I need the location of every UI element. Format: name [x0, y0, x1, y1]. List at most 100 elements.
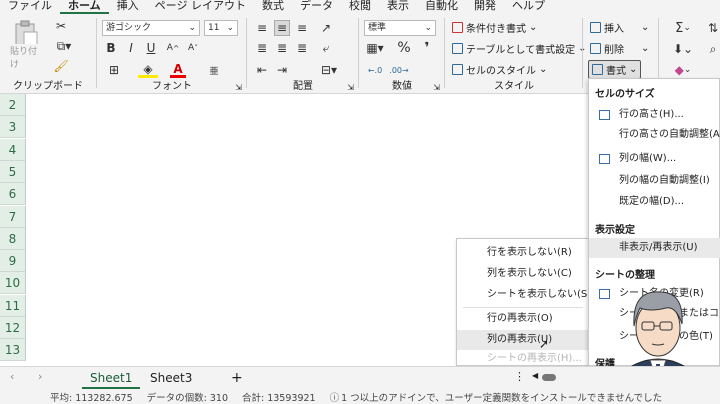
styles-group-label: スタイル	[494, 81, 534, 92]
find-button[interactable]: ⌕	[706, 41, 720, 57]
phonetic-button[interactable]: 亜	[206, 62, 222, 78]
tab-insert[interactable]: 挿入	[109, 0, 147, 14]
group-divider	[358, 18, 359, 88]
row-header[interactable]: 6	[0, 183, 26, 206]
align-right-button[interactable]: ≣	[294, 40, 310, 56]
next-sheet-icon[interactable]: ›	[38, 370, 42, 383]
scroll-left-icon[interactable]: ◀	[532, 371, 538, 380]
font-color-button[interactable]: A	[170, 62, 186, 78]
cell-styles-button[interactable]: セルのスタイル ⌄	[452, 62, 547, 77]
format-painter-button[interactable]: 🖌	[52, 58, 70, 74]
decrease-decimal-button[interactable]: .00→	[389, 62, 408, 78]
horizontal-scrollbar-thumb[interactable]	[542, 374, 556, 381]
align-bottom-button[interactable]: ≡	[294, 20, 310, 36]
menu-default-width[interactable]: 既定の幅(D)...	[589, 192, 720, 212]
wrap-text-button[interactable]: ⤶	[318, 40, 334, 56]
menu-unhide-columns[interactable]: 列の再表示(U)	[457, 330, 589, 350]
currency-button[interactable]: ▦▾	[364, 40, 386, 56]
tab-data[interactable]: データ	[292, 0, 341, 14]
tab-automate[interactable]: 自動化	[417, 0, 466, 14]
insert-cells-button[interactable]: 挿入 ⌄	[590, 20, 649, 35]
format-as-table-button[interactable]: テーブルとして書式設定⌄	[452, 41, 587, 56]
dialog-launcher-icon[interactable]: ⇲	[235, 83, 242, 92]
chevron-down-icon: ⌄	[629, 64, 638, 75]
row-header[interactable]: 3	[0, 116, 26, 139]
row-header[interactable]: 9	[0, 250, 26, 273]
menu-autofit-row[interactable]: 行の高さの自動調整(A)	[589, 125, 720, 145]
autosum-button[interactable]: Σ ⌄	[668, 20, 698, 36]
menu-row-height[interactable]: 行の高さ(H)...	[589, 105, 720, 125]
delete-cells-button[interactable]: 削除 ⌄	[590, 41, 649, 56]
menu-hide-columns[interactable]: 列を表示しない(C)	[457, 264, 589, 284]
row-header[interactable]: 2	[0, 94, 26, 116]
menu-column-width[interactable]: 列の幅(W)...	[589, 149, 720, 169]
clear-button[interactable]: ◆ ⌄	[668, 62, 698, 78]
tab-review[interactable]: 校閲	[341, 0, 379, 14]
row-header[interactable]: 5	[0, 160, 26, 183]
alignment-group-label: 配置	[293, 81, 313, 92]
number-format-select[interactable]: 標準 ⌄	[364, 20, 436, 36]
font-size-select[interactable]: 11 ⌄	[204, 20, 238, 36]
shrink-font-button[interactable]: Aˇ	[186, 40, 200, 56]
menu-hide-sheet[interactable]: シートを表示しない(S)	[457, 285, 591, 305]
row-header[interactable]: 12	[0, 317, 26, 339]
borders-button[interactable]: ⊞	[104, 62, 124, 78]
tab-file[interactable]: ファイル	[0, 0, 60, 14]
align-middle-button[interactable]: ≡	[274, 20, 290, 36]
row-header[interactable]: 8	[0, 227, 26, 250]
increase-indent-button[interactable]: ⇥	[274, 62, 290, 78]
prev-sheet-icon[interactable]: ‹	[10, 370, 14, 383]
comma-button[interactable]: ❜	[420, 40, 434, 56]
addin-warning[interactable]: ⓘ 1 つ以上のアドインで、ユーザー定義関数をインストールできませんでした	[330, 390, 663, 404]
italic-button[interactable]: I	[124, 40, 138, 56]
increase-decimal-button[interactable]: ←.0	[366, 62, 384, 78]
row-header[interactable]: 7	[0, 205, 26, 228]
orientation-button[interactable]: ↗	[318, 20, 334, 36]
cell-style-icon	[452, 64, 463, 75]
row-height-icon	[599, 110, 610, 120]
fill-button[interactable]: ⬇⌄	[668, 41, 698, 57]
cut-button[interactable]: ✂	[52, 18, 70, 34]
decrease-indent-button[interactable]: ⇤	[254, 62, 270, 78]
align-left-button[interactable]: ≣	[254, 40, 270, 56]
align-right-icon: ≣	[296, 41, 308, 55]
dialog-launcher-icon[interactable]: ⇲	[347, 83, 354, 92]
copy-button[interactable]: ⧉▾	[52, 38, 76, 54]
tab-developer[interactable]: 開発	[466, 0, 504, 14]
delete-cells-icon	[590, 43, 601, 54]
bold-button[interactable]: B	[104, 40, 118, 56]
align-center-icon: ≣	[276, 41, 288, 55]
format-cells-button[interactable]: 書式 ⌄	[588, 60, 642, 79]
conditional-formatting-button[interactable]: 条件付き書式 ⌄	[452, 20, 537, 35]
font-name-select[interactable]: 游ゴシック ⌄	[102, 20, 200, 36]
menu-hide-unhide[interactable]: 非表示/再表示(U)	[589, 238, 720, 258]
paste-button[interactable]: 貼り付け	[10, 20, 42, 70]
row-header[interactable]: 11	[0, 294, 26, 317]
row-header[interactable]: 4	[0, 138, 26, 161]
group-divider	[444, 18, 445, 88]
tab-help[interactable]: ヘルプ	[504, 0, 553, 14]
row-header[interactable]: 10	[0, 272, 26, 295]
add-sheet-button[interactable]: +	[231, 369, 243, 387]
fill-color-button[interactable]: ◈	[138, 62, 158, 78]
menu-autofit-column[interactable]: 列の幅の自動調整(I)	[589, 171, 720, 191]
organize-sheets-header: シートの整理	[595, 270, 655, 281]
sheet-tab-sheet1[interactable]: Sheet1	[82, 369, 141, 389]
tab-view[interactable]: 表示	[379, 0, 417, 14]
menu-hide-rows[interactable]: 行を表示しない(R)	[457, 243, 589, 263]
percent-button[interactable]: %	[396, 40, 412, 56]
menu-unhide-rows[interactable]: 行の再表示(O)	[457, 309, 589, 329]
tab-home[interactable]: ホーム	[60, 0, 109, 14]
more-options-icon[interactable]: ⋮	[514, 370, 525, 383]
dialog-launcher-icon[interactable]: ⇲	[433, 83, 440, 92]
align-top-button[interactable]: ≡	[254, 20, 270, 36]
sheet-tab-sheet3[interactable]: Sheet3	[142, 369, 200, 387]
align-center-button[interactable]: ≣	[274, 40, 290, 56]
sort-filter-button[interactable]: ⇅	[706, 20, 720, 36]
tab-page-layout[interactable]: ページ レイアウト	[147, 0, 254, 14]
grow-font-button[interactable]: A ^	[166, 40, 180, 56]
row-header[interactable]: 13	[0, 339, 26, 362]
merge-center-button[interactable]: ⊟▾	[318, 62, 340, 78]
underline-button[interactable]: U	[144, 40, 158, 56]
tab-formulas[interactable]: 数式	[254, 0, 292, 14]
